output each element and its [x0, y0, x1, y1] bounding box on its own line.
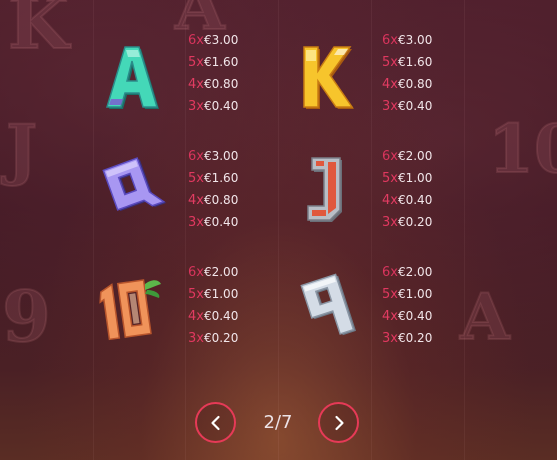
- paytable-9: 6x€2.00 5x€1.00 4x€0.40 3x€0.20: [382, 261, 462, 349]
- letter-k-symbol-icon: [290, 41, 362, 113]
- pay-row: 6x€2.00: [382, 145, 462, 167]
- reel-divider: [371, 0, 372, 460]
- reel-divider: [278, 0, 279, 460]
- letter-j-symbol-icon: [290, 152, 362, 224]
- pay-row: 3x€0.40: [188, 211, 268, 233]
- multiplier: 6x: [382, 265, 398, 280]
- chevron-left-icon: [210, 415, 220, 430]
- payout-value: €2.00: [203, 265, 239, 279]
- payout-value: €0.40: [203, 215, 239, 229]
- pay-row: 5x€1.60: [188, 167, 268, 189]
- payout-value: €0.40: [397, 309, 433, 323]
- pay-row: 3x€0.20: [382, 211, 462, 233]
- multiplier: 4x: [188, 77, 204, 92]
- payout-value: €0.40: [203, 99, 239, 113]
- number-nine-symbol-icon: [293, 270, 365, 342]
- page-indicator: 2/7: [263, 412, 293, 433]
- multiplier: 5x: [188, 55, 204, 70]
- payout-value: €0.40: [397, 193, 433, 207]
- background-symbol: 10: [487, 109, 557, 189]
- number-ten-symbol-icon: [95, 270, 167, 342]
- pay-row: 4x€0.80: [188, 73, 268, 95]
- payout-value: €3.00: [203, 33, 239, 47]
- multiplier: 6x: [188, 33, 204, 48]
- background-symbol: K: [7, 0, 70, 66]
- background-symbol: 9: [1, 274, 52, 359]
- multiplier: 5x: [382, 287, 398, 302]
- multiplier: 3x: [188, 331, 204, 346]
- payout-value: €1.00: [397, 287, 433, 301]
- multiplier: 4x: [188, 309, 204, 324]
- payout-value: €3.00: [203, 149, 239, 163]
- pay-row: 4x€0.40: [188, 305, 268, 327]
- payout-value: €1.60: [203, 171, 239, 185]
- payout-value: €0.20: [397, 331, 433, 345]
- paytable-k: 6x€3.00 5x€1.60 4x€0.80 3x€0.40: [382, 29, 462, 117]
- letter-q-symbol-icon: [95, 152, 167, 224]
- pay-row: 4x€0.80: [382, 73, 462, 95]
- pay-row: 4x€0.40: [382, 189, 462, 211]
- pay-row: 5x€1.00: [382, 283, 462, 305]
- paytable-j: 6x€2.00 5x€1.00 4x€0.40 3x€0.20: [382, 145, 462, 233]
- payout-value: €1.60: [397, 55, 433, 69]
- reel-divider: [185, 0, 186, 460]
- payout-value: €1.00: [397, 171, 433, 185]
- pay-row: 4x€0.80: [188, 189, 268, 211]
- pay-row: 3x€0.40: [382, 95, 462, 117]
- multiplier: 4x: [382, 77, 398, 92]
- pay-row: 5x€1.60: [188, 51, 268, 73]
- letter-a-symbol-icon: [95, 41, 167, 113]
- pay-row: 6x€3.00: [188, 145, 268, 167]
- paytable-a: 6x€3.00 5x€1.60 4x€0.80 3x€0.40: [188, 29, 268, 117]
- payout-value: €0.20: [397, 215, 433, 229]
- background-symbol: J: [5, 109, 38, 189]
- payout-value: €1.60: [203, 55, 239, 69]
- multiplier: 6x: [188, 265, 204, 280]
- payout-value: €1.00: [203, 287, 239, 301]
- payout-value: €0.80: [397, 77, 433, 91]
- multiplier: 5x: [188, 287, 204, 302]
- next-page-button[interactable]: [318, 402, 359, 443]
- multiplier: 3x: [382, 331, 398, 346]
- multiplier: 5x: [382, 171, 398, 186]
- multiplier: 6x: [382, 33, 398, 48]
- chevron-right-icon: [334, 415, 344, 430]
- multiplier: 3x: [188, 215, 204, 230]
- multiplier: 6x: [188, 149, 204, 164]
- multiplier: 5x: [188, 171, 204, 186]
- reel-divider: [464, 0, 465, 460]
- background-symbol: A: [459, 279, 511, 356]
- payout-value: €0.80: [203, 193, 239, 207]
- pay-row: 3x€0.40: [188, 95, 268, 117]
- paytable-q: 6x€3.00 5x€1.60 4x€0.80 3x€0.40: [188, 145, 268, 233]
- multiplier: 4x: [382, 193, 398, 208]
- paytable-10: 6x€2.00 5x€1.00 4x€0.40 3x€0.20: [188, 261, 268, 349]
- payout-value: €0.20: [203, 331, 239, 345]
- pay-row: 5x€1.60: [382, 51, 462, 73]
- pay-row: 3x€0.20: [188, 327, 268, 349]
- multiplier: 5x: [382, 55, 398, 70]
- multiplier: 4x: [382, 309, 398, 324]
- payout-value: €3.00: [397, 33, 433, 47]
- pay-row: 4x€0.40: [382, 305, 462, 327]
- previous-page-button[interactable]: [195, 402, 236, 443]
- pay-row: 6x€3.00: [382, 29, 462, 51]
- pay-row: 5x€1.00: [188, 283, 268, 305]
- multiplier: 3x: [382, 215, 398, 230]
- payout-value: €0.40: [203, 309, 239, 323]
- pay-row: 5x€1.00: [382, 167, 462, 189]
- payout-value: €2.00: [397, 265, 433, 279]
- multiplier: 4x: [188, 193, 204, 208]
- payout-value: €2.00: [397, 149, 433, 163]
- pay-row: 3x€0.20: [382, 327, 462, 349]
- reel-divider: [93, 0, 94, 460]
- pay-row: 6x€2.00: [382, 261, 462, 283]
- payout-value: €0.40: [397, 99, 433, 113]
- multiplier: 3x: [188, 99, 204, 114]
- payout-value: €0.80: [203, 77, 239, 91]
- pay-row: 6x€3.00: [188, 29, 268, 51]
- multiplier: 3x: [382, 99, 398, 114]
- multiplier: 6x: [382, 149, 398, 164]
- pay-row: 6x€2.00: [188, 261, 268, 283]
